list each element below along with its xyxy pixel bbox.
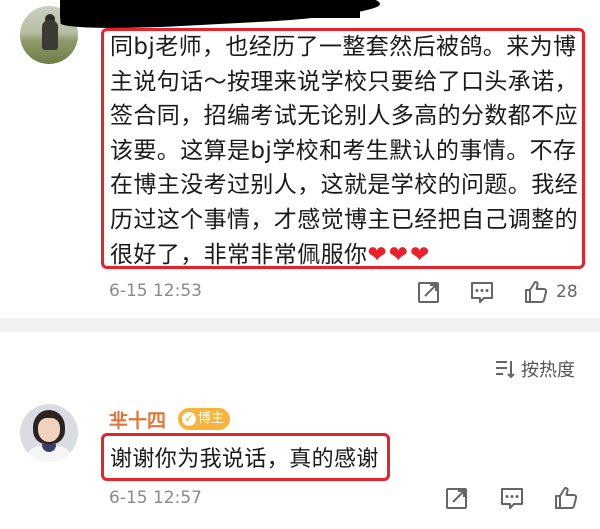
section-divider <box>0 318 600 332</box>
comment-icon[interactable] <box>469 279 495 305</box>
comment-body: 同bj老师，也经历了一整套然后被鸽。来为博主说句话～按理来说学校只要给了口头承诺… <box>110 34 578 268</box>
avatar-face <box>38 418 60 442</box>
sort-icon[interactable] <box>494 358 516 380</box>
comment-timestamp: 6-15 12:57 <box>109 488 202 508</box>
badge-icon: ✓ <box>182 412 196 426</box>
author-badge: ✓ 博主 <box>178 408 231 430</box>
badge-label: 博主 <box>198 411 225 426</box>
share-icon[interactable] <box>444 485 470 511</box>
avatar[interactable] <box>20 404 78 462</box>
thumbs-up-icon[interactable] <box>523 279 549 305</box>
username[interactable]: 芈十四 <box>109 406 166 433</box>
heart-emoji-icon: ❤❤❤ <box>367 241 432 268</box>
comment-item-1: 同bj老师，也经历了一整套然后被鸽。来为博主说句话～按理来说学校只要给了口头承诺… <box>0 0 600 318</box>
like-count: 28 <box>556 282 578 302</box>
comment-timestamp: 6-15 12:53 <box>109 281 202 301</box>
sort-by-hot-button[interactable]: 按热度 <box>521 356 575 382</box>
comment-text: 同bj老师，也经历了一整套然后被鸽。来为博主说句话～按理来说学校只要给了口头承诺… <box>110 30 584 272</box>
share-icon[interactable] <box>416 279 442 305</box>
thumbs-up-icon[interactable] <box>553 485 579 511</box>
avatar-figure <box>42 20 58 50</box>
comment-icon[interactable] <box>499 485 525 511</box>
comment-body: 谢谢你为我说话，真的感谢 <box>110 447 379 472</box>
